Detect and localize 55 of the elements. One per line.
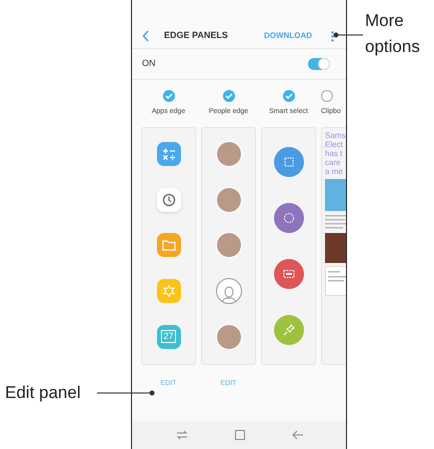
clock-face-icon bbox=[162, 192, 176, 207]
photo-placeholder bbox=[325, 178, 346, 210]
home-icon bbox=[234, 430, 244, 440]
back-arrow-icon bbox=[292, 430, 302, 440]
calculator-glyph-icon bbox=[162, 147, 176, 162]
check-icon bbox=[224, 93, 232, 99]
checkbox[interactable] bbox=[222, 90, 234, 102]
more-icon bbox=[330, 30, 334, 42]
folder-icon[interactable] bbox=[156, 233, 180, 258]
callout-text: More options bbox=[365, 10, 421, 58]
text-lines-drawing bbox=[325, 214, 346, 230]
panel-card[interactable]: 27 bbox=[141, 126, 196, 364]
clip-text-line: Elect bbox=[325, 140, 344, 148]
calendar-icon[interactable]: 27 bbox=[156, 324, 180, 349]
panel-card[interactable]: Sams Elect has t care a me bbox=[321, 126, 346, 364]
silhouette-icon bbox=[220, 285, 236, 304]
clock-icon[interactable] bbox=[156, 188, 180, 212]
home-button[interactable] bbox=[234, 430, 244, 440]
panel-card[interactable] bbox=[261, 126, 316, 364]
gif-select-icon[interactable] bbox=[274, 258, 304, 288]
back-icon bbox=[142, 30, 150, 42]
panel-card[interactable] bbox=[201, 126, 256, 364]
clip-text-line: Sams bbox=[325, 130, 346, 140]
contact-photo-placeholder[interactable] bbox=[216, 232, 242, 258]
pin-icon[interactable] bbox=[274, 314, 304, 344]
checkbox[interactable] bbox=[162, 90, 174, 102]
callout-text: Edit panel bbox=[5, 382, 81, 404]
download-button[interactable]: DOWNLOAD bbox=[264, 30, 312, 42]
rectangle-select-icon[interactable] bbox=[274, 146, 304, 176]
flower-icon[interactable] bbox=[156, 279, 180, 304]
contact-photo-placeholder[interactable] bbox=[216, 324, 242, 350]
photo-placeholder bbox=[325, 232, 346, 262]
calendar-date: 27 bbox=[161, 330, 176, 344]
folder-glyph-icon bbox=[162, 239, 176, 252]
clip-text-line: has t bbox=[325, 148, 344, 158]
check-icon bbox=[164, 93, 172, 99]
checkbox[interactable] bbox=[321, 90, 333, 102]
leader-line bbox=[97, 390, 155, 396]
calculator-icon[interactable] bbox=[156, 142, 180, 166]
back-nav-button[interactable] bbox=[292, 430, 302, 440]
switch-label: ON bbox=[142, 57, 156, 70]
check-icon bbox=[284, 93, 292, 99]
flower-glyph-icon bbox=[162, 284, 176, 298]
contact-silhouette-icon[interactable] bbox=[216, 278, 242, 304]
recent-apps-button[interactable] bbox=[176, 430, 188, 440]
clip-text-line: care bbox=[325, 158, 342, 166]
toggle-switch[interactable] bbox=[308, 58, 330, 70]
contact-photo-placeholder[interactable] bbox=[216, 141, 242, 168]
checkbox[interactable] bbox=[282, 90, 294, 102]
contact-photo-placeholder[interactable] bbox=[216, 186, 242, 213]
screen-title: EDGE PANELS bbox=[164, 29, 229, 42]
clip-text-line: a me bbox=[325, 166, 344, 176]
oval-select-icon[interactable] bbox=[274, 202, 304, 232]
recents-icon bbox=[176, 430, 188, 440]
leader-line bbox=[333, 32, 363, 38]
